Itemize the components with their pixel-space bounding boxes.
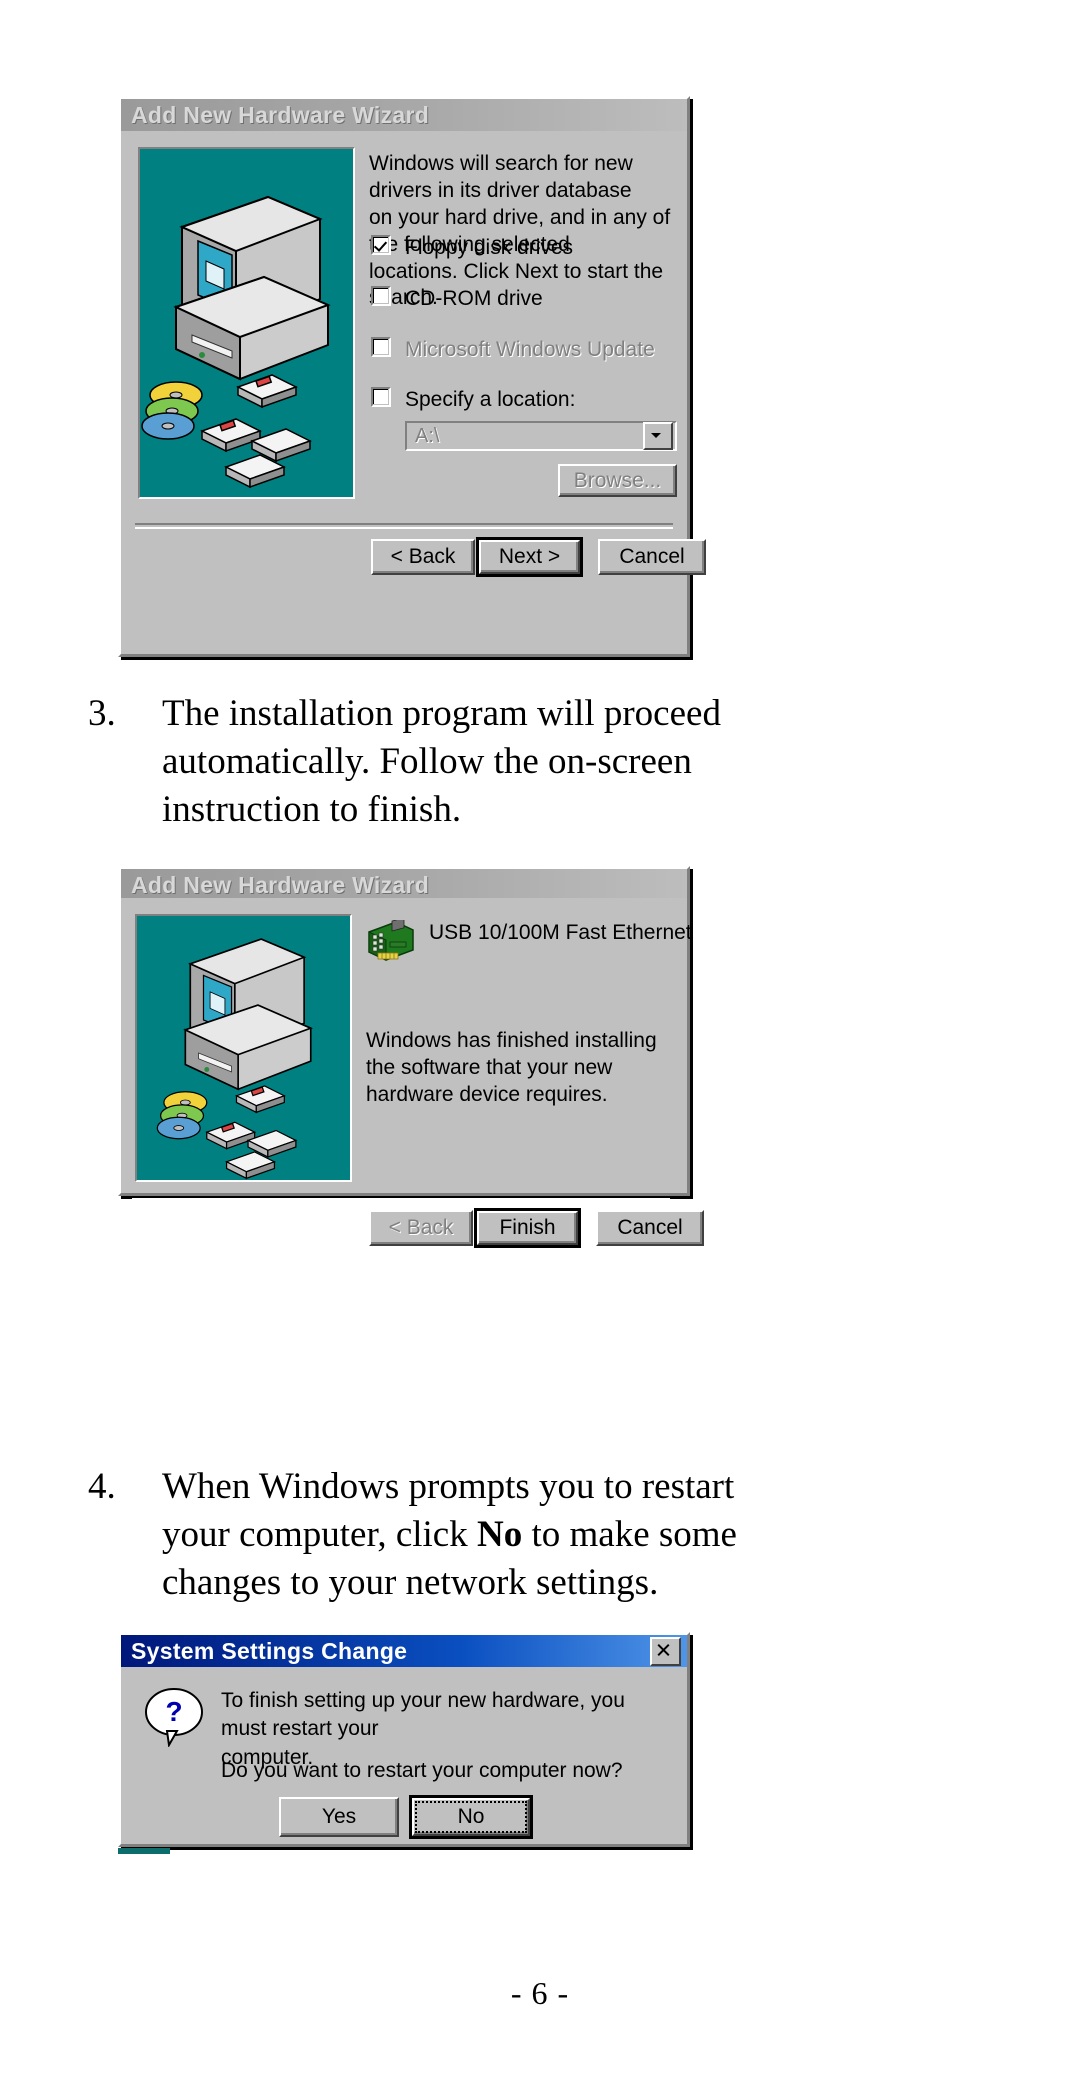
checkbox-label-specify-a-location: Specify a location: xyxy=(405,388,576,411)
page-number: - 6 - xyxy=(510,1975,570,2011)
divider xyxy=(135,523,673,529)
no-button[interactable]: No xyxy=(409,1795,533,1839)
next-button-label: Next > xyxy=(479,540,580,574)
step-4-number: 4. xyxy=(88,1466,116,1507)
back-button-2-label: < Back xyxy=(388,1216,454,1239)
instruction-line-1: Windows will search for new drivers in i… xyxy=(369,152,633,202)
checkbox-cd-rom-drive[interactable] xyxy=(371,286,391,306)
step-3-line-3: instruction to finish. xyxy=(162,789,462,831)
location-combobox-value: A:\ xyxy=(415,424,440,447)
checkbox-row-cd-rom-drive[interactable]: CD-ROM drive xyxy=(371,286,543,311)
window-title: Add New Hardware Wizard xyxy=(131,101,430,128)
step-4-line-1: When Windows prompts you to restart xyxy=(162,1466,735,1507)
back-button-2: < Back xyxy=(369,1210,473,1246)
titlebar[interactable]: Add New Hardware Wizard xyxy=(121,99,687,131)
step-4-line-2c: to make some xyxy=(522,1514,737,1556)
cancel-button-2-label: Cancel xyxy=(617,1216,683,1239)
manual-page: Add New Hardware Wizard Windows will sea… xyxy=(0,0,1080,2097)
step-3-line-2: automatically. Follow the on-screen xyxy=(162,741,692,783)
step-3-line-1: The installation program will proceed xyxy=(162,693,721,734)
next-button[interactable]: Next > xyxy=(476,537,583,577)
checkbox-row-floppy-disk-drives[interactable]: Floppy disk drives xyxy=(371,235,573,260)
close-icon[interactable] xyxy=(650,1636,681,1666)
back-button[interactable]: < Back xyxy=(371,539,475,575)
restart-prompt-line-1: To finish setting up your new hardware, … xyxy=(221,1689,625,1741)
cancel-button-label: Cancel xyxy=(619,545,685,568)
back-button-label: < Back xyxy=(390,545,456,568)
window-title-3: System Settings Change xyxy=(131,1637,408,1664)
yes-button-label: Yes xyxy=(321,1805,357,1828)
cancel-button-2[interactable]: Cancel xyxy=(596,1210,704,1246)
step-4-line-2a: your computer, click xyxy=(162,1514,477,1556)
checkbox-label-floppy-disk-drives: Floppy disk drives xyxy=(405,236,574,259)
svg-text:?: ? xyxy=(165,1696,182,1727)
page-artifact-strip xyxy=(118,1848,170,1854)
finish-button[interactable]: Finish xyxy=(474,1208,581,1248)
yes-button[interactable]: Yes xyxy=(279,1797,399,1837)
step-4-line-3: changes to your network settings. xyxy=(162,1562,659,1604)
checkbox-row-specify-a-location[interactable]: Specify a location: xyxy=(371,387,575,412)
checkbox-label-microsoft-windows-update: Microsoft Windows Update xyxy=(405,338,655,361)
step-4-text: When Windows prompts you to restart your… xyxy=(162,1463,968,1607)
location-combobox: A:\ xyxy=(405,421,677,451)
step-3-number: 3. xyxy=(88,693,116,734)
finish-button-label: Finish xyxy=(477,1211,578,1245)
checkbox-row-microsoft-windows-update: Microsoft Windows Update xyxy=(371,337,655,362)
restart-question-text: Do you want to restart your computer now… xyxy=(221,1757,661,1785)
checkbox-microsoft-windows-update xyxy=(371,337,391,357)
checkbox-label-cd-rom-drive: CD-ROM drive xyxy=(405,287,543,310)
question-icon: ? xyxy=(143,1685,205,1749)
step-4: 4. When Windows prompts you to restart y… xyxy=(88,1463,968,1607)
titlebar-3[interactable]: System Settings Change xyxy=(121,1635,687,1667)
checkbox-specify-a-location[interactable] xyxy=(371,387,391,407)
checkbox-floppy-disk-drives[interactable] xyxy=(371,235,391,255)
no-button-label: No xyxy=(412,1798,530,1836)
cancel-button[interactable]: Cancel xyxy=(598,539,706,575)
restart-question-line: Do you want to restart your computer now… xyxy=(221,1759,623,1782)
chevron-down-icon xyxy=(643,422,673,450)
step-3-text: The installation program will proceed au… xyxy=(162,690,968,834)
wizard-illustration xyxy=(138,147,355,499)
dialog-complete-body-frame xyxy=(118,866,690,1196)
dialog-system-settings-change: System Settings Change ? To finish setti… xyxy=(118,1632,690,1847)
browse-button-label: Browse... xyxy=(573,468,662,492)
computer-and-media-illustration xyxy=(141,195,331,489)
step-4-emphasis-no: No xyxy=(476,1514,523,1556)
browse-button: Browse... xyxy=(558,464,677,497)
step-3: 3. The installation program will proceed… xyxy=(88,690,968,834)
dialog-add-new-hardware-wizard-search: Add New Hardware Wizard Windows will sea… xyxy=(118,96,706,657)
